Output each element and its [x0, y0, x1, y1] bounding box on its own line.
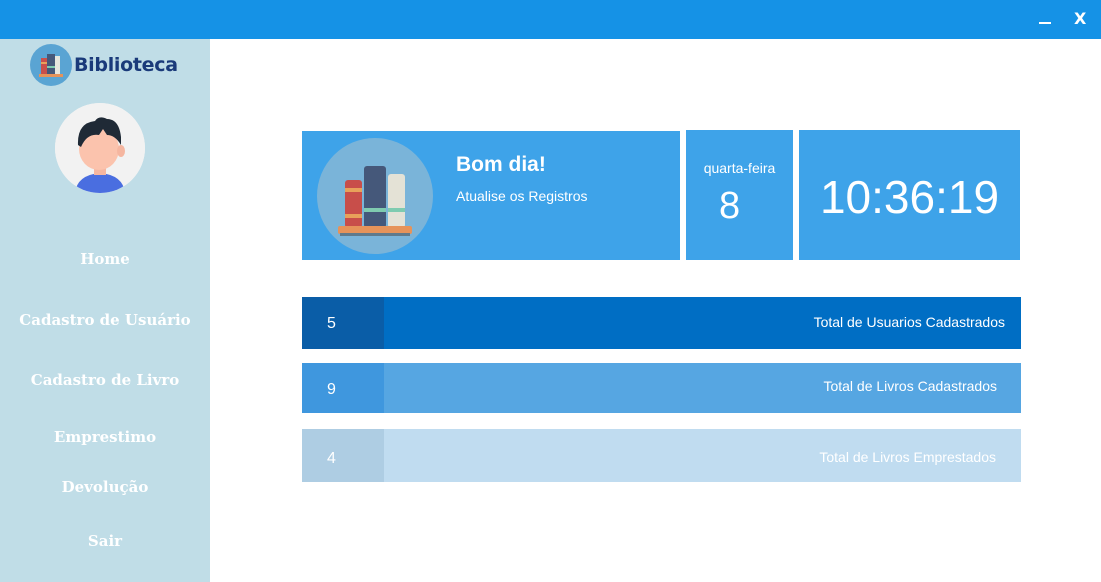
close-button[interactable]: X — [1074, 10, 1086, 28]
sidebar-item-devolucao[interactable]: Devolução — [0, 478, 210, 496]
date-card: quarta-feira 8 — [686, 130, 793, 260]
sidebar-item-emprestimo[interactable]: Emprestimo — [0, 428, 210, 446]
user-avatar — [55, 103, 145, 193]
sidebar-item-sair[interactable]: Sair — [0, 532, 210, 550]
stat-users-count-box: 5 — [302, 297, 384, 349]
stat-books-bar: 9 Total de Livros Cadastrados — [302, 363, 1021, 413]
stat-users-count: 5 — [327, 315, 336, 332]
stat-books-label: Total de Livros Cadastrados — [823, 378, 997, 394]
brand: Biblioteca — [30, 44, 178, 86]
books-icon — [317, 138, 433, 254]
stat-users-label: Total de Usuarios Cadastrados — [813, 314, 1005, 330]
greeting-card: Bom dia! Atualise os Registros — [302, 131, 680, 260]
stat-loans-bar: 4 Total de Livros Emprestados — [302, 429, 1021, 482]
greeting-subtitle: Atualise os Registros — [456, 188, 588, 204]
stat-users-bar: 5 Total de Usuarios Cadastrados — [302, 297, 1021, 349]
stat-loans-count: 4 — [327, 450, 336, 467]
stat-loans-count-box: 4 — [302, 429, 384, 482]
weekday-label: quarta-feira — [703, 160, 776, 176]
clock-card: 10:36:19 — [799, 130, 1020, 260]
user-avatar-icon — [55, 103, 145, 193]
title-bar: X — [0, 0, 1101, 39]
day-number: 8 — [719, 185, 741, 227]
sidebar-item-cadastro-livro[interactable]: Cadastro de Livro — [0, 371, 210, 389]
stat-books-count: 9 — [327, 381, 336, 398]
stat-loans-label: Total de Livros Emprestados — [819, 449, 996, 465]
brand-name: Biblioteca — [74, 54, 178, 76]
books-logo-icon — [30, 44, 72, 86]
minimize-button[interactable] — [1039, 10, 1051, 24]
clock-time: 10:36:19 — [819, 171, 1000, 223]
sidebar: Biblioteca Home Cadastro de Usuário Cada… — [0, 39, 210, 582]
stat-books-count-box: 9 — [302, 363, 384, 413]
sidebar-item-cadastro-usuario[interactable]: Cadastro de Usuário — [0, 311, 210, 329]
sidebar-item-home[interactable]: Home — [0, 250, 210, 268]
greeting-title: Bom dia! — [456, 153, 546, 176]
